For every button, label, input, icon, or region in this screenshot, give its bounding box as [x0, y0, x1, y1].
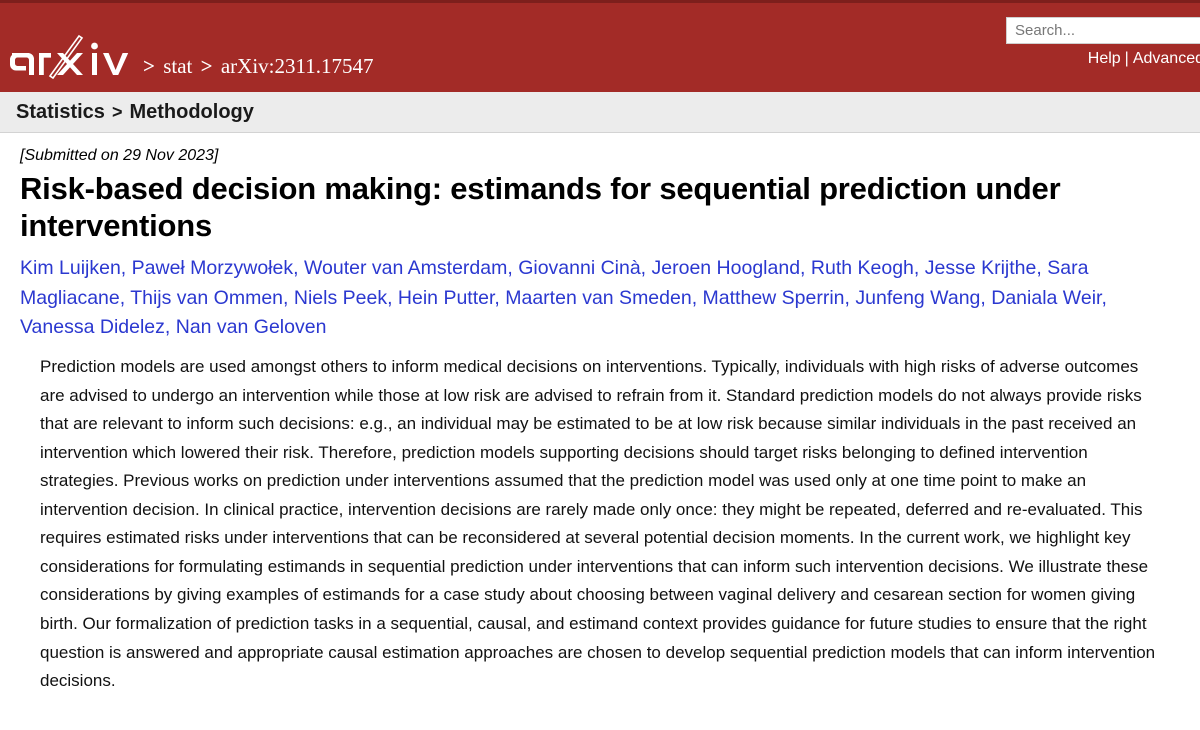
author-link[interactable]: Niels Peek	[294, 287, 387, 309]
subject-arrow-icon: >	[111, 101, 123, 122]
breadcrumb: > stat > arXiv:2311.17547	[140, 54, 373, 79]
breadcrumb-identifier: arXiv:2311.17547	[220, 54, 374, 78]
author-link[interactable]: Nan van Geloven	[176, 316, 327, 338]
subject-primary: Statistics	[16, 100, 105, 123]
header-links: Help | Advanced	[1006, 50, 1200, 68]
links-divider: |	[1124, 50, 1129, 67]
author-separator: ,	[640, 257, 652, 280]
submission-date: [Submitted on 29 Nov 2023]	[20, 147, 219, 164]
author-separator: ,	[1101, 286, 1107, 309]
subject-secondary: Methodology	[129, 100, 254, 123]
abstract-page-content: [Submitted on 29 Nov 2023] Risk-based de…	[0, 133, 1200, 696]
author-link[interactable]: Wouter van Amsterdam	[304, 257, 507, 279]
breadcrumb-separator-2: >	[200, 54, 213, 78]
author-link[interactable]: Giovanni Cinà	[518, 257, 640, 279]
author-link[interactable]: Matthew Sperrin	[703, 287, 845, 309]
author-separator: ,	[494, 286, 506, 309]
arxiv-logo-icon[interactable]	[6, 27, 134, 85]
author-link[interactable]: Vanessa Didelez	[20, 316, 165, 338]
author-separator: ,	[913, 257, 925, 280]
author-link[interactable]: Maarten van Smeden	[505, 287, 691, 309]
author-separator: ,	[980, 286, 992, 309]
page-title: Risk-based decision making: estimands fo…	[20, 171, 1061, 243]
author-link[interactable]: Junfeng Wang	[855, 287, 980, 309]
author-separator: ,	[1036, 257, 1048, 280]
author-link[interactable]: Hein Putter	[398, 287, 494, 309]
search-input[interactable]	[1006, 17, 1200, 44]
abstract-text: Prediction models are used amongst other…	[40, 357, 1156, 691]
author-link[interactable]: Ruth Keogh	[811, 257, 914, 279]
author-link[interactable]: Thijs van Ommen	[130, 287, 283, 309]
author-separator: ,	[800, 257, 811, 280]
help-link[interactable]: Help	[1088, 50, 1121, 67]
breadcrumb-archive-link[interactable]: stat	[163, 54, 192, 78]
author-link[interactable]: Jeroen Hoogland	[652, 257, 801, 279]
author-separator: ,	[120, 257, 132, 280]
header-search-block: Help|Advanced	[1006, 17, 1200, 68]
author-link[interactable]: Paweł Morzywołek	[132, 257, 293, 279]
author-link[interactable]: Kim Luijken	[20, 257, 121, 279]
subject-bar: Statistics > Methodology	[0, 92, 1200, 133]
brand-and-breadcrumb: > stat > arXiv:2311.17547	[6, 21, 373, 85]
author-separator: ,	[387, 286, 398, 309]
author-link[interactable]: Daniala Weir	[991, 287, 1101, 309]
advanced-search-link[interactable]: Advanced	[1133, 50, 1200, 67]
author-separator: ,	[507, 257, 519, 280]
author-separator: ,	[293, 257, 304, 280]
breadcrumb-separator-1: >	[143, 54, 155, 78]
author-separator: ,	[691, 286, 703, 309]
author-separator: ,	[283, 286, 294, 309]
author-separator: ,	[164, 316, 176, 339]
author-separator: ,	[119, 286, 131, 309]
author-list: Kim Luijken, Paweł Morzywołek, Wouter va…	[20, 254, 1182, 343]
site-header-banner: > stat > arXiv:2311.17547 Help|Advanced	[0, 0, 1200, 92]
author-link[interactable]: Jesse Krijthe	[925, 257, 1037, 279]
author-separator: ,	[844, 286, 856, 309]
